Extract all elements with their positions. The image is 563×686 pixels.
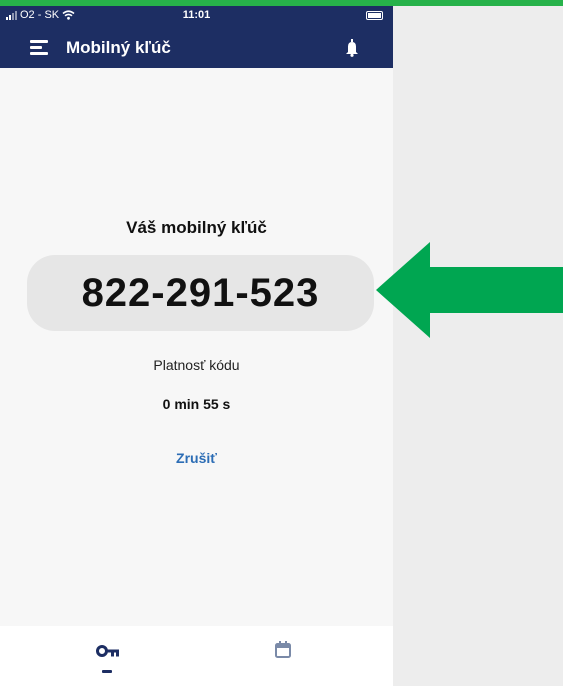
calendar-icon	[275, 641, 291, 658]
bell-icon[interactable]	[345, 39, 359, 57]
key-icon	[96, 645, 119, 657]
tab-calendar[interactable]	[263, 636, 303, 676]
battery-icon	[366, 11, 383, 20]
tab-key[interactable]	[88, 636, 128, 682]
validity-label: Platnosť kódu	[153, 357, 240, 373]
green-arrow-annotation	[376, 242, 563, 338]
active-tab-indicator	[102, 670, 112, 673]
bottom-nav	[0, 626, 393, 686]
hamburger-menu-icon[interactable]	[30, 40, 48, 56]
header: O2 - SK 11:01 Mobilný kľúč	[0, 6, 393, 68]
main-content: Váš mobilný kľúč 822-291-523 Platnosť kó…	[0, 68, 393, 626]
app-bar: Mobilný kľúč	[0, 28, 393, 66]
cancel-button[interactable]: Zrušiť	[0, 450, 393, 466]
phone-screen: O2 - SK 11:01 Mobilný kľúč Váš mobilný k…	[0, 6, 393, 686]
mobile-key-code: 822-291-523	[81, 271, 320, 315]
page-title: Mobilný kľúč	[66, 38, 171, 57]
status-time: 11:01	[182, 9, 211, 21]
status-bar: O2 - SK 11:01	[0, 6, 393, 26]
mobile-key-label: Váš mobilný kľúč	[126, 218, 267, 237]
code-box: 822-291-523	[27, 255, 374, 331]
validity-countdown: 0 min 55 s	[162, 396, 231, 412]
